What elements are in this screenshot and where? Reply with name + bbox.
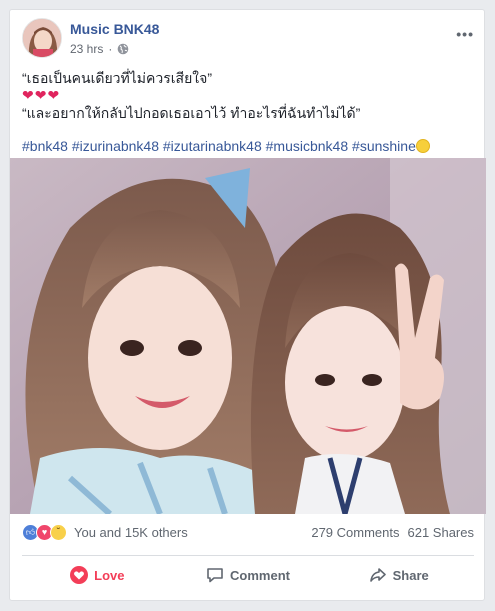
- actions-divider: [22, 555, 474, 556]
- comment-button-label: Comment: [230, 567, 290, 583]
- post-actions: Love Comment Share: [22, 559, 474, 591]
- post-meta: 23 hrs ·: [70, 42, 129, 56]
- hashtag-link[interactable]: #bnk48: [22, 138, 68, 154]
- more-options-icon[interactable]: •••: [456, 26, 474, 42]
- shares-count[interactable]: 621 Shares: [408, 525, 475, 540]
- sad-icon: ˘: [50, 523, 67, 541]
- globe-icon: [117, 43, 129, 55]
- meta-separator: ·: [108, 42, 113, 56]
- post-header: Music BNK48 23 hrs · •••: [10, 10, 486, 72]
- reaction-summary[interactable]: You and 15K others: [74, 525, 188, 540]
- share-icon: [369, 568, 386, 582]
- comment-icon: [207, 568, 223, 583]
- post-card: Music BNK48 23 hrs · ••• “เธอเป็นคนเดียว…: [9, 9, 486, 601]
- post-timestamp[interactable]: 23 hrs: [70, 42, 103, 56]
- hashtag-link[interactable]: #musicbnk48: [266, 138, 349, 154]
- post-photo[interactable]: [10, 158, 486, 514]
- engagement-counts: 279 Comments 621 Shares: [311, 525, 474, 540]
- page-avatar[interactable]: [22, 18, 62, 58]
- hashtag-link[interactable]: #sunshine: [352, 138, 416, 154]
- post-text-line-1: “เธอเป็นคนเดียวที่ไม่ควรเสียใจ”: [22, 70, 212, 86]
- reaction-icons[interactable]: 👍︎ ♥ ˘: [22, 523, 67, 541]
- feed-background-strip: [0, 602, 495, 611]
- sun-emoji-icon: [415, 139, 430, 153]
- hashtag-list: #bnk48 #izurinabnk48 #izutarinabnk48 #mu…: [22, 138, 430, 154]
- reactions-bar: 👍︎ ♥ ˘ You and 15K others 279 Comments 6…: [22, 522, 474, 542]
- comments-count[interactable]: 279 Comments: [311, 525, 399, 540]
- hashtag-link[interactable]: #izutarinabnk48: [163, 138, 262, 154]
- love-button-icon: [70, 566, 89, 584]
- share-button-label: Share: [392, 567, 429, 583]
- post-text-line-2: “และอยากให้กลับไปกอดเธอเอาไว้ ทำอะไรที่ฉ…: [22, 105, 361, 121]
- page-name-link[interactable]: Music BNK48: [70, 21, 159, 37]
- share-button[interactable]: Share: [323, 559, 474, 591]
- comment-button[interactable]: Comment: [173, 559, 324, 591]
- hashtag-link[interactable]: #izurinabnk48: [72, 138, 159, 154]
- hearts-emoji: ❤❤❤: [22, 87, 61, 103]
- love-button[interactable]: Love: [22, 559, 173, 591]
- post-message: “เธอเป็นคนเดียวที่ไม่ควรเสียใจ” ❤❤❤ “และ…: [22, 70, 474, 122]
- love-button-label: Love: [94, 567, 125, 583]
